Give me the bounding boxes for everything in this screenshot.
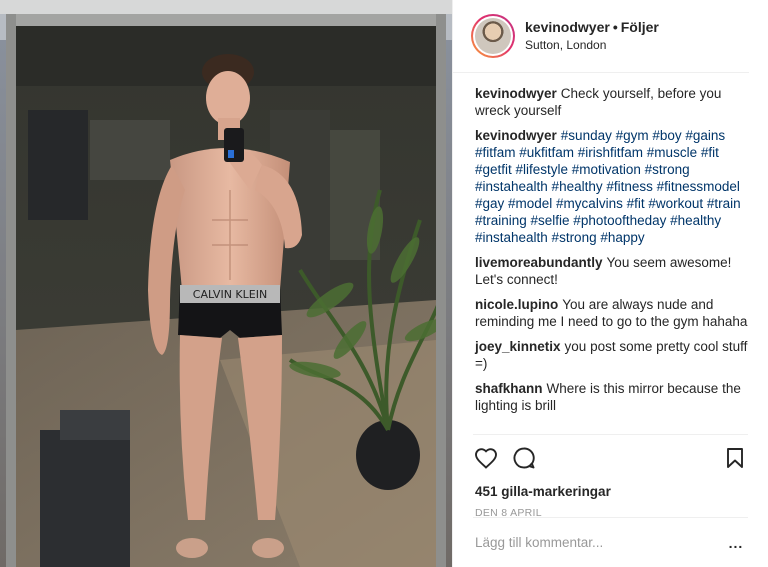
header-separator: • [612, 18, 618, 35]
comment-icon [513, 447, 535, 469]
post-sidebar: kevinodwyer • Följer Sutton, London kevino… [452, 0, 768, 567]
comment-username[interactable]: livemoreabundantly [475, 255, 603, 270]
comment-input[interactable] [475, 535, 724, 550]
comments-list: kevinodwyer Check yourself, before you wr… [453, 73, 768, 435]
hashtag-text[interactable]: #sunday #gym #boy #gains #fitfam #ukfitf… [475, 128, 741, 245]
bookmark-icon [727, 448, 743, 468]
comment-username[interactable]: shafkhann [475, 381, 543, 396]
avatar-ring [473, 16, 513, 56]
post-header: kevinodwyer • Följer Sutton, London [453, 0, 749, 73]
heart-icon [475, 448, 497, 469]
action-icon-row [473, 445, 748, 471]
likes-count[interactable]: 451 gilla-markeringar [475, 484, 748, 499]
list-item: joey_kinnetix you post some pretty cool s… [475, 338, 748, 372]
comment-username[interactable]: nicole.lupino [475, 297, 558, 312]
avatar-image [475, 18, 511, 54]
add-comment-bar: ... [473, 517, 748, 567]
like-button[interactable] [473, 445, 499, 471]
list-item: livemoreabundantly You seem awesome! Let'… [475, 254, 748, 288]
location-link[interactable]: Sutton, London [525, 38, 659, 53]
comment-button[interactable] [511, 445, 537, 471]
list-item: shafkhann Where is this mirror because th… [475, 380, 748, 414]
header-text: kevinodwyer • Följer Sutton, London [525, 19, 659, 54]
avatar[interactable] [471, 14, 515, 58]
caption: kevinodwyer Check yourself, before you wr… [475, 85, 748, 119]
header-username[interactable]: kevinodwyer [525, 19, 610, 35]
more-options-button[interactable]: ... [724, 533, 748, 553]
svg-text:CALVIN KLEIN: CALVIN KLEIN [193, 288, 267, 301]
comment-username[interactable]: joey_kinnetix [475, 339, 561, 354]
post-actions: 451 gilla-markeringar DEN 8 APRIL [473, 434, 748, 519]
caption-username[interactable]: kevinodwyer [475, 86, 557, 101]
list-item: kevinodwyer #sunday #gym #boy #gains #fit… [475, 127, 748, 246]
save-button[interactable] [722, 445, 748, 471]
post-photo[interactable]: CALVIN KLEIN [0, 0, 452, 567]
comment-username[interactable]: kevinodwyer [475, 128, 557, 143]
header-top-line: kevinodwyer • Följer [525, 19, 659, 37]
mirror-selfie-image: CALVIN KLEIN [0, 0, 452, 567]
follow-button[interactable]: Följer [621, 19, 659, 35]
list-item: nicole.lupino You are always nude and rem… [475, 296, 748, 330]
